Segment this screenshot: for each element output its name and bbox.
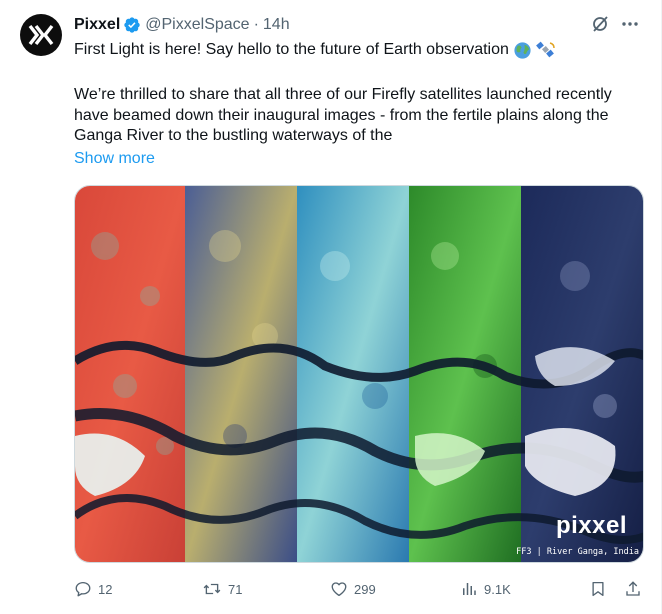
views-button[interactable]: 9.1K: [460, 577, 511, 601]
pixxel-logo-icon: [28, 24, 54, 46]
tweet-text-line1: First Light is here! Say hello to the fu…: [74, 40, 644, 61]
media-watermark: pixxel: [555, 512, 627, 539]
tweet[interactable]: Pixxel @PixxelSpace · 14h First Light is…: [0, 0, 662, 614]
tweet-headline: First Light is here! Say hello to the fu…: [74, 41, 509, 58]
reply-count: 12: [98, 581, 113, 597]
repost-count: 71: [228, 581, 243, 597]
like-button[interactable]: 299: [330, 577, 376, 601]
heart-icon: [331, 582, 347, 597]
verified-badge-icon[interactable]: [123, 16, 141, 34]
tweet-header: Pixxel @PixxelSpace · 14h: [74, 14, 290, 36]
like-count: 299: [354, 581, 376, 597]
grok-icon[interactable]: [589, 13, 611, 35]
top-actions: [589, 13, 641, 35]
share-button[interactable]: [624, 577, 642, 601]
tweet-body: We’re thrilled to share that all three o…: [74, 86, 612, 144]
views-bar-chart-icon: [463, 583, 476, 595]
separator-dot: ·: [253, 16, 259, 33]
more-options-icon[interactable]: [619, 13, 641, 35]
show-more-link[interactable]: Show more: [74, 150, 155, 168]
author-name[interactable]: Pixxel: [74, 16, 120, 34]
repost-button[interactable]: 71: [202, 577, 242, 601]
tweet-media-image[interactable]: pixxel FF3 | River Ganga, India: [74, 185, 644, 563]
reply-icon: [75, 581, 91, 597]
bookmark-button[interactable]: [589, 577, 607, 601]
repost-icon: [203, 583, 221, 595]
satellite-icon: [536, 40, 556, 60]
views-count: 9.1K: [484, 581, 511, 597]
author-handle[interactable]: @PixxelSpace: [145, 16, 249, 34]
tweet-actions: 12 71 299 9.1K: [74, 577, 644, 601]
satellite-image-strips: [75, 186, 643, 562]
timestamp[interactable]: 14h: [263, 16, 290, 34]
bookmark-icon: [592, 581, 604, 597]
media-caption: FF3 | River Ganga, India: [516, 547, 639, 557]
globe-icon: [513, 41, 532, 60]
share-icon: [626, 581, 640, 596]
avatar[interactable]: [20, 14, 62, 56]
reply-button[interactable]: 12: [74, 577, 112, 601]
